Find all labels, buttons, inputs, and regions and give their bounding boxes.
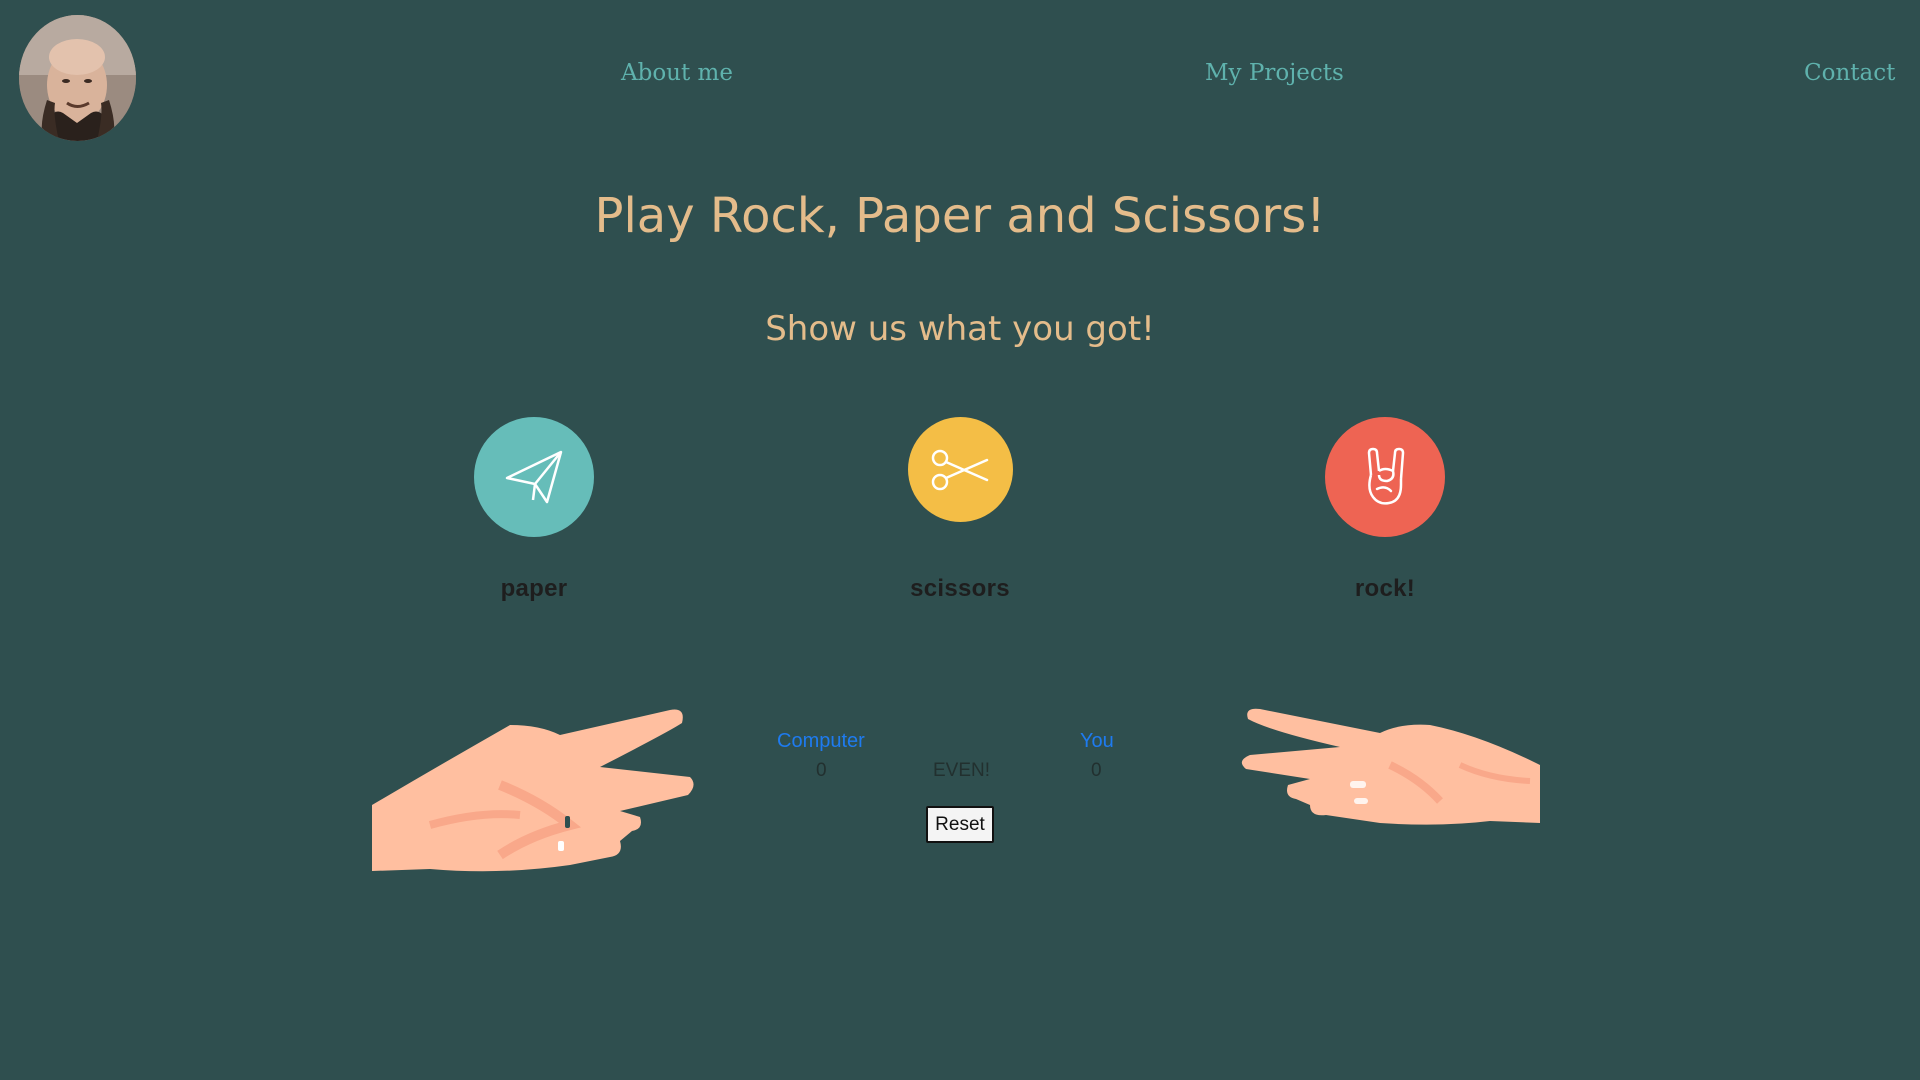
- player-score-value: 0: [1091, 760, 1102, 781]
- nav-contact-link[interactable]: Contact: [1804, 60, 1895, 86]
- scissors-label: scissors: [910, 575, 1010, 602]
- profile-avatar[interactable]: [19, 15, 136, 141]
- scissors-icon: [931, 449, 989, 490]
- paper-plane-icon: [505, 450, 563, 504]
- rock-hand-icon: [1367, 447, 1405, 505]
- game-title: Play Rock, Paper and Scissors!: [594, 188, 1326, 244]
- round-result: EVEN!: [933, 760, 991, 781]
- player-score-label: You: [1080, 730, 1114, 752]
- reset-button[interactable]: Reset: [926, 806, 994, 843]
- paper-label: paper: [500, 575, 568, 602]
- paper-button[interactable]: [474, 417, 594, 537]
- choice-scissors[interactable]: scissors: [850, 417, 1070, 602]
- nav-about-link[interactable]: About me: [621, 60, 733, 86]
- scissors-button[interactable]: [907, 417, 1013, 522]
- computer-hand-scissors-icon: [372, 709, 694, 872]
- nav-projects-link[interactable]: My Projects: [1205, 60, 1344, 86]
- game-subtitle: Show us what you got!: [765, 309, 1155, 349]
- computer-score-label: Computer: [777, 730, 865, 752]
- choice-rock[interactable]: rock!: [1275, 417, 1495, 602]
- rock-label: rock!: [1354, 575, 1416, 602]
- player-hand-scissors-icon: [1241, 708, 1540, 825]
- choice-paper[interactable]: paper: [424, 417, 644, 602]
- rock-button[interactable]: [1325, 417, 1445, 537]
- computer-score-value: 0: [816, 760, 827, 781]
- profile-photo: [19, 15, 136, 141]
